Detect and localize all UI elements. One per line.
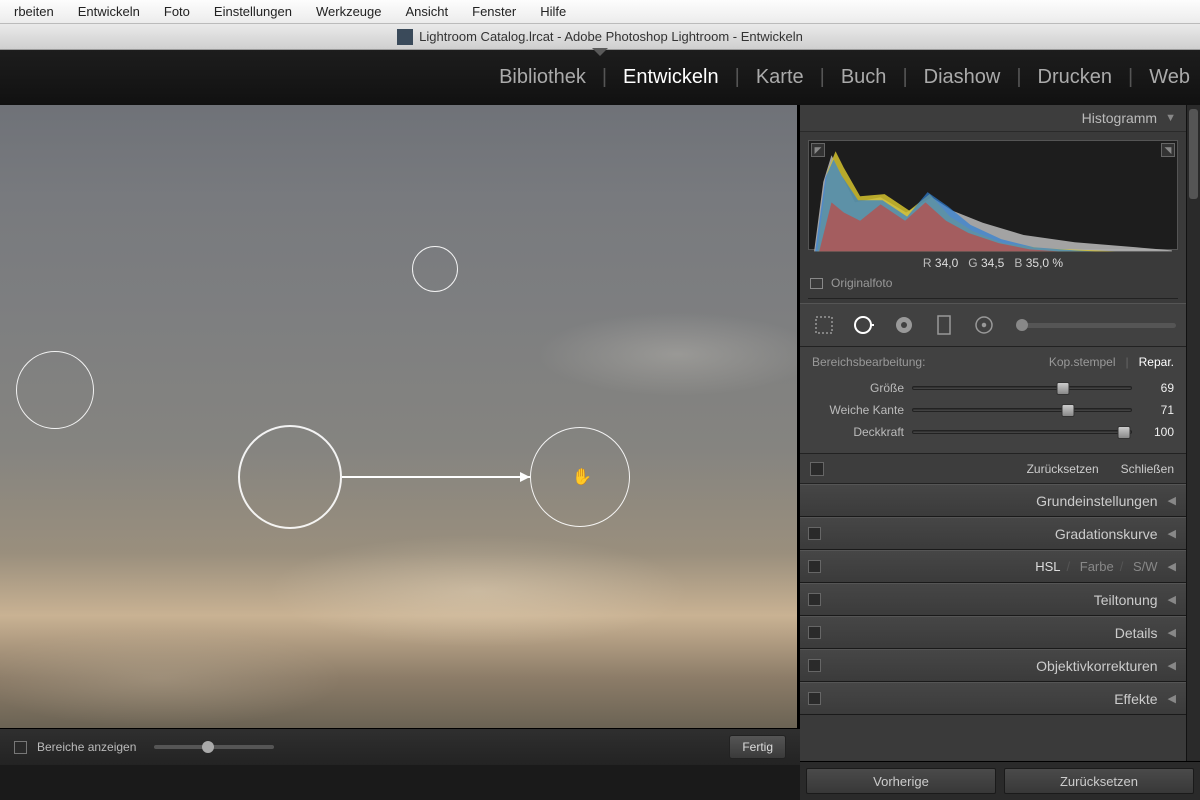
section-split-label: Teiltonung xyxy=(1094,592,1158,608)
menu-develop[interactable]: Entwickeln xyxy=(66,4,152,19)
module-book[interactable]: Buch xyxy=(837,66,891,89)
module-picker: Bibliothek| Entwickeln| Karte| Buch| Dia… xyxy=(0,50,1200,105)
done-button[interactable]: Fertig xyxy=(729,735,786,759)
spot-removal-panel: Bereichsbearbeitung: Kop.stempel | Repar… xyxy=(800,347,1186,454)
spot-removal-tool[interactable] xyxy=(850,311,878,339)
opacity-slider[interactable] xyxy=(912,430,1132,434)
top-panel-disclosure-icon[interactable] xyxy=(592,48,608,56)
right-panel-scrollbar[interactable] xyxy=(1186,105,1200,765)
spot-target-circle[interactable] xyxy=(530,427,630,527)
local-tools-strip xyxy=(800,303,1186,347)
graduated-filter-tool[interactable] xyxy=(930,311,958,339)
collapse-triangle-icon: ◀ xyxy=(1168,692,1176,705)
radial-filter-tool[interactable] xyxy=(970,311,998,339)
collapse-triangle-icon: ◀ xyxy=(1168,560,1176,573)
section-basic[interactable]: Grundeinstellungen ◀ xyxy=(800,484,1186,517)
collapse-triangle-icon: ◀ xyxy=(1168,527,1176,540)
module-print[interactable]: Drucken xyxy=(1034,66,1116,89)
spot-close-button[interactable]: Schließen xyxy=(1121,462,1174,476)
feather-value[interactable]: 71 xyxy=(1140,403,1174,417)
photo-canvas[interactable]: ✋ xyxy=(0,105,800,728)
brush-size-quick-slider[interactable] xyxy=(1016,323,1176,328)
collapse-triangle-icon: ◀ xyxy=(1168,494,1176,507)
mode-heal[interactable]: Repar. xyxy=(1139,355,1174,369)
spot-source-circle[interactable] xyxy=(238,425,342,529)
spot-action-bar: Zurücksetzen Schließen xyxy=(800,454,1186,484)
panel-switch[interactable] xyxy=(808,692,821,705)
histogram-panel: ◤ ◥ R 34,0 G 34,5 B 35,0 % xyxy=(800,132,1186,303)
visualize-threshold-slider[interactable] xyxy=(154,745,274,749)
photo-area: ✋ Bereiche anzeigen Fertig xyxy=(0,105,800,765)
original-photo-label: Originalfoto xyxy=(831,276,892,290)
panel-switch[interactable] xyxy=(808,659,821,672)
opacity-value[interactable]: 100 xyxy=(1140,425,1174,439)
previous-button[interactable]: Vorherige xyxy=(806,768,996,794)
panel-switch[interactable] xyxy=(808,593,821,606)
menu-settings[interactable]: Einstellungen xyxy=(202,4,304,19)
panel-switch[interactable] xyxy=(808,626,821,639)
show-areas-label: Bereiche anzeigen xyxy=(37,740,136,754)
module-library[interactable]: Bibliothek xyxy=(495,66,590,89)
redeye-tool[interactable] xyxy=(890,311,918,339)
collapse-triangle-icon: ◀ xyxy=(1168,626,1176,639)
menu-view[interactable]: Ansicht xyxy=(393,4,460,19)
feather-slider[interactable] xyxy=(912,408,1132,412)
section-split-toning[interactable]: Teiltonung ◀ xyxy=(800,583,1186,616)
mode-clone[interactable]: Kop.stempel xyxy=(1049,355,1116,369)
color-link[interactable]: Farbe xyxy=(1080,559,1114,574)
original-photo-checkbox[interactable] xyxy=(810,278,823,289)
module-map[interactable]: Karte xyxy=(752,66,808,89)
section-lens-corrections[interactable]: Objektivkorrekturen ◀ xyxy=(800,649,1186,682)
window-title: Lightroom Catalog.lrcat - Adobe Photosho… xyxy=(419,29,803,44)
photo-bottom-toolbar: Bereiche anzeigen Fertig xyxy=(0,728,800,765)
spot-link-arrow-icon xyxy=(0,105,797,728)
module-slideshow[interactable]: Diashow xyxy=(920,66,1005,89)
size-slider[interactable] xyxy=(912,386,1132,390)
os-menubar[interactable]: rbeiten Entwickeln Foto Einstellungen We… xyxy=(0,0,1200,24)
menu-photo[interactable]: Foto xyxy=(152,4,202,19)
collapse-triangle-icon: ▼ xyxy=(1165,112,1176,124)
section-tonecurve-label: Gradationskurve xyxy=(1055,526,1158,542)
menu-tools[interactable]: Werkzeuge xyxy=(304,4,394,19)
spot-circle[interactable] xyxy=(16,351,94,429)
menu-edit[interactable]: rbeiten xyxy=(2,4,66,19)
spot-panel-switch[interactable] xyxy=(810,462,824,476)
bw-link[interactable]: S/W xyxy=(1133,559,1158,574)
section-effects-label: Effekte xyxy=(1114,691,1157,707)
module-web[interactable]: Web xyxy=(1145,66,1194,89)
section-tone-curve[interactable]: Gradationskurve ◀ xyxy=(800,517,1186,550)
hsl-link[interactable]: HSL xyxy=(1035,559,1060,574)
hand-cursor-icon: ✋ xyxy=(572,467,592,487)
histogram-graph[interactable]: ◤ ◥ xyxy=(808,140,1178,250)
right-panel: Histogramm ▼ ◤ ◥ R 34,0 G 34,5 xyxy=(800,105,1200,765)
menu-window[interactable]: Fenster xyxy=(460,4,528,19)
section-hsl[interactable]: HSL/ Farbe/ S/W ◀ xyxy=(800,550,1186,583)
section-effects[interactable]: Effekte ◀ xyxy=(800,682,1186,715)
collapse-triangle-icon: ◀ xyxy=(1168,593,1176,606)
spot-reset-button[interactable]: Zurücksetzen xyxy=(1027,462,1099,476)
spot-circle[interactable] xyxy=(412,246,458,292)
right-panel-footer: Vorherige Zurücksetzen xyxy=(800,761,1200,800)
spot-panel-title: Bereichsbearbeitung: xyxy=(812,355,1049,369)
window-titlebar: Lightroom Catalog.lrcat - Adobe Photosho… xyxy=(0,24,1200,50)
section-detail[interactable]: Details ◀ xyxy=(800,616,1186,649)
section-basic-label: Grundeinstellungen xyxy=(1036,493,1157,509)
collapse-triangle-icon: ◀ xyxy=(1168,659,1176,672)
size-value[interactable]: 69 xyxy=(1140,381,1174,395)
histogram-header[interactable]: Histogramm ▼ xyxy=(800,105,1186,132)
panel-switch[interactable] xyxy=(808,560,821,573)
section-detail-label: Details xyxy=(1115,625,1158,641)
section-lens-label: Objektivkorrekturen xyxy=(1036,658,1157,674)
reset-button[interactable]: Zurücksetzen xyxy=(1004,768,1194,794)
size-label: Größe xyxy=(812,381,904,395)
crop-tool[interactable] xyxy=(810,311,838,339)
module-develop[interactable]: Entwickeln xyxy=(619,66,723,89)
menu-help[interactable]: Hilfe xyxy=(528,4,578,19)
panel-switch[interactable] xyxy=(808,527,821,540)
document-icon xyxy=(397,29,413,45)
feather-label: Weiche Kante xyxy=(812,403,904,417)
show-areas-checkbox[interactable] xyxy=(14,741,27,754)
histogram-title: Histogramm xyxy=(1082,110,1157,126)
opacity-label: Deckkraft xyxy=(812,425,904,439)
